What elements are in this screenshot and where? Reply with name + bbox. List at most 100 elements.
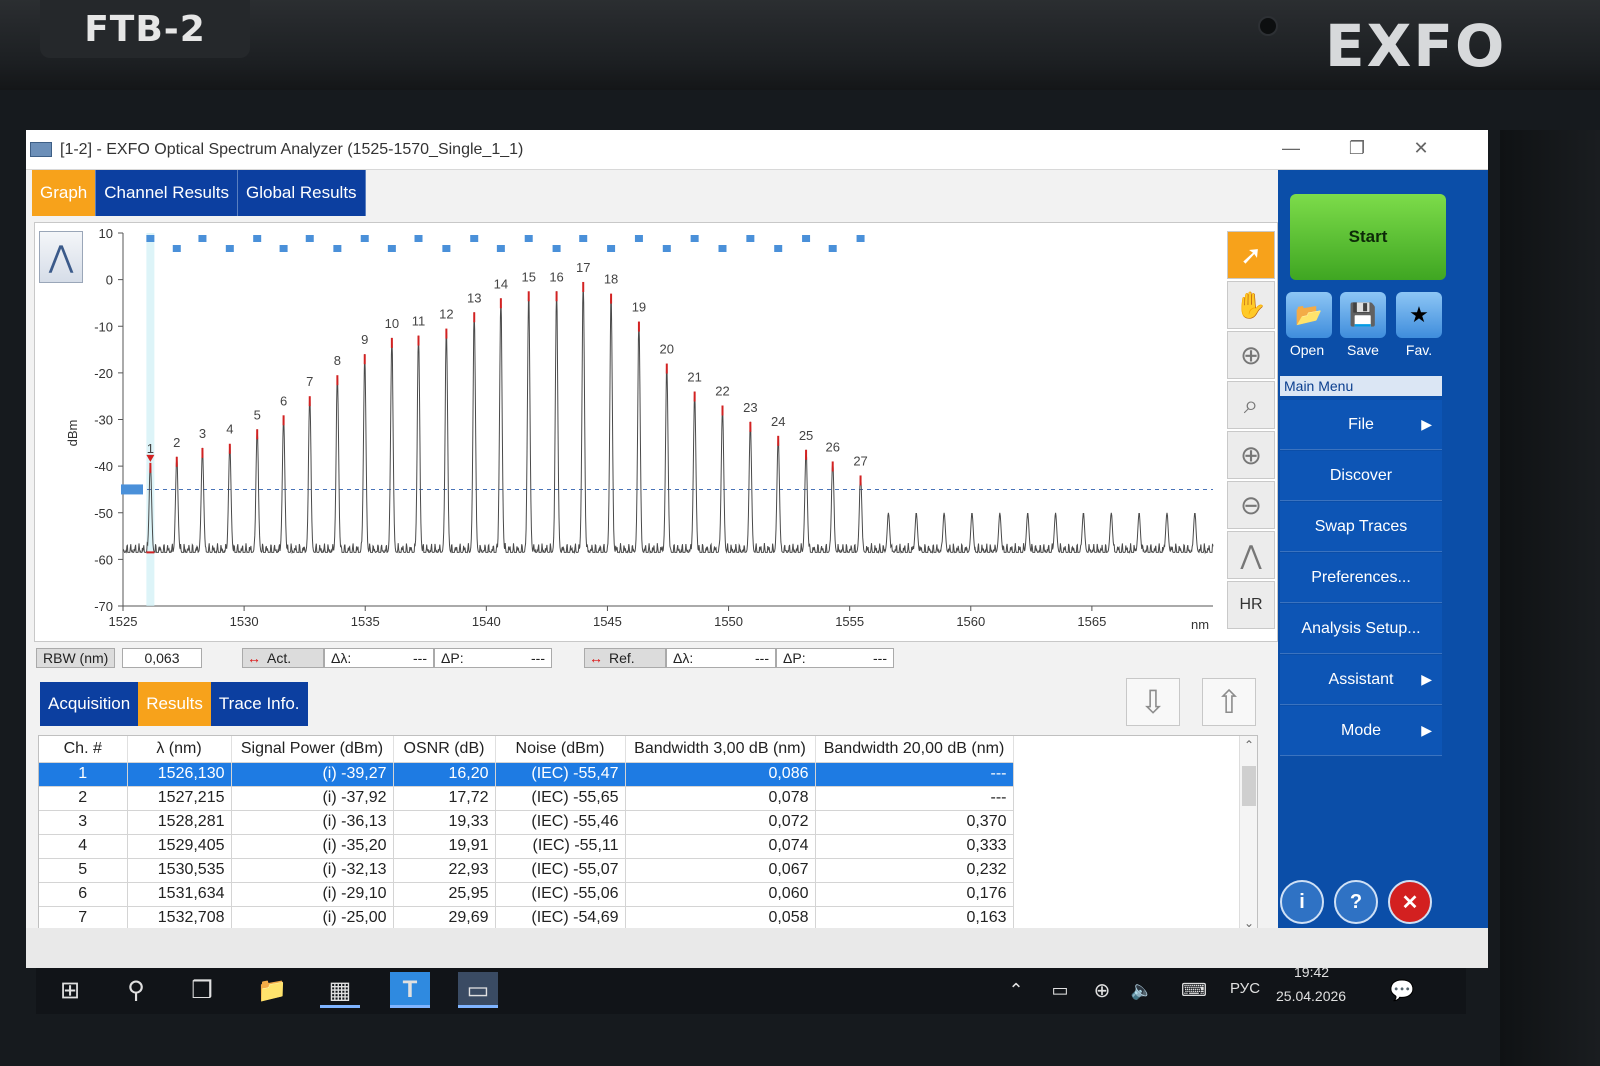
col-noise[interactable]: Noise (dBm) bbox=[495, 736, 626, 762]
table-row[interactable]: 3 1528,281 (i) -36,13 19,33 (IEC) -55,46 0,07… bbox=[39, 809, 1014, 834]
windows-start-icon[interactable]: ⊞ bbox=[50, 972, 90, 1008]
network-globe-icon[interactable]: ⊕ bbox=[1082, 972, 1122, 1008]
active-cursor-button[interactable]: ↔ Act. bbox=[242, 648, 324, 668]
chevron-up-icon[interactable]: ⌃ bbox=[996, 972, 1036, 1008]
scroll-thumb[interactable] bbox=[1242, 766, 1256, 806]
scroll-up-icon[interactable]: ⌃ bbox=[1240, 738, 1257, 752]
y-tick-label: -40 bbox=[94, 459, 113, 474]
channel-marker bbox=[634, 235, 643, 242]
brand-logo: EXFO bbox=[1325, 12, 1507, 80]
battery-icon[interactable]: ▭ bbox=[1040, 972, 1080, 1008]
table-row[interactable]: 5 1530,535 (i) -32,13 22,93 (IEC) -55,07 0,06… bbox=[39, 857, 1014, 882]
table-cell: --- bbox=[815, 785, 1014, 810]
channel-marker bbox=[470, 235, 479, 242]
move-up-icon[interactable]: ⇧ bbox=[1202, 678, 1256, 726]
table-cell: (IEC) -55,65 bbox=[495, 785, 626, 810]
spectrum-trace bbox=[122, 281, 1214, 555]
close-icon[interactable]: ✕ bbox=[1406, 138, 1436, 159]
table-cell: 0,176 bbox=[815, 881, 1014, 906]
table-header-row: Ch. # λ (nm) Signal Power (dBm) OSNR (dB… bbox=[39, 736, 1014, 762]
restore-icon[interactable]: ❐ bbox=[1342, 138, 1372, 159]
move-down-icon[interactable]: ⇩ bbox=[1126, 678, 1180, 726]
spectrum-graph[interactable]: ⋀ 10 0 -10 -20 -30 -40 -50 -60 -70 1525 1530 1535 15… bbox=[34, 222, 1278, 642]
zoom-fit-icon[interactable]: ⌕ bbox=[1227, 381, 1275, 429]
menu-item-assistant[interactable]: Assistant ▶ bbox=[1280, 655, 1442, 705]
table-scrollbar[interactable]: ⌃ ⌄ bbox=[1239, 736, 1257, 934]
menu-item-preferences[interactable]: Preferences... bbox=[1280, 553, 1442, 603]
search-icon[interactable]: ⚲ bbox=[116, 972, 156, 1008]
pan-hand-icon[interactable]: ✋ bbox=[1227, 281, 1275, 329]
exit-icon[interactable]: ✕ bbox=[1388, 880, 1432, 924]
file-explorer-icon[interactable]: 📁 bbox=[252, 972, 292, 1008]
osa-taskbar-icon[interactable]: ▭ bbox=[458, 972, 498, 1008]
keyboard-icon[interactable]: ⌨ bbox=[1174, 972, 1214, 1008]
clock-date[interactable]: 25.04.2026 bbox=[1276, 988, 1346, 1004]
table-cell: (IEC) -55,47 bbox=[495, 761, 626, 786]
menu-item-analysis-setup[interactable]: Analysis Setup... bbox=[1280, 604, 1442, 654]
spectrum-chart[interactable]: 100-10-20-30-40-50-60-701525 1530 1535 1540… bbox=[35, 223, 1221, 641]
zoom-area-icon[interactable]: ⊕ bbox=[1227, 331, 1275, 379]
channel-label: 17 bbox=[576, 260, 590, 275]
sidebar: Start 📂 Open 💾 Save ★ Fav. Main Menu Fil… bbox=[1278, 170, 1488, 928]
channel-label: 26 bbox=[825, 439, 839, 454]
table-cell: 17,72 bbox=[393, 785, 496, 810]
input-language[interactable]: РУС bbox=[1230, 980, 1260, 997]
open-folder-icon[interactable]: 📂 bbox=[1286, 292, 1332, 338]
channel-label: 14 bbox=[494, 276, 508, 291]
app-grid-icon[interactable]: ▦ bbox=[320, 972, 360, 1008]
peak-view-icon[interactable]: ⋀ bbox=[1227, 531, 1275, 579]
help-icon[interactable]: ? bbox=[1334, 880, 1378, 924]
table-cell: 0,370 bbox=[815, 809, 1014, 834]
volume-icon[interactable]: 🔈 bbox=[1122, 972, 1162, 1008]
tab-results[interactable]: Results bbox=[138, 682, 211, 726]
col-osnr[interactable]: OSNR (dB) bbox=[393, 736, 496, 762]
ref-cursor-button[interactable]: ↔ Ref. bbox=[584, 648, 666, 668]
tab-trace-info[interactable]: Trace Info. bbox=[211, 682, 308, 726]
hr-button[interactable]: HR bbox=[1227, 581, 1275, 629]
minimize-icon[interactable]: — bbox=[1276, 138, 1306, 159]
table-cell: (IEC) -55,06 bbox=[495, 881, 626, 906]
tab-graph[interactable]: Graph bbox=[32, 170, 97, 216]
save-disk-icon[interactable]: 💾 bbox=[1340, 292, 1386, 338]
menu-item-discover[interactable]: Discover bbox=[1280, 451, 1442, 501]
menu-item-label: Analysis Setup... bbox=[1301, 619, 1421, 637]
tab-global-results[interactable]: Global Results bbox=[238, 170, 366, 216]
y-tick-label: 0 bbox=[106, 273, 113, 288]
table-row[interactable]: 4 1529,405 (i) -35,20 19,91 (IEC) -55,11 0,07… bbox=[39, 833, 1014, 858]
task-view-icon[interactable]: ❒ bbox=[182, 972, 222, 1008]
x-tick-label: 1555 bbox=[835, 614, 864, 629]
col-wavelength[interactable]: λ (nm) bbox=[127, 736, 232, 762]
col-bandwidth-20db[interactable]: Bandwidth 20,00 dB (nm) bbox=[815, 736, 1014, 762]
notification-icon[interactable]: 💬 bbox=[1382, 972, 1422, 1008]
table-cell: 16,20 bbox=[393, 761, 496, 786]
clock-time[interactable]: 19:42 bbox=[1294, 964, 1329, 980]
menu-item-file[interactable]: File ▶ bbox=[1280, 400, 1442, 450]
channel-label: 24 bbox=[771, 414, 785, 429]
channel-label: 18 bbox=[604, 272, 618, 287]
zoom-out-icon[interactable]: ⊖ bbox=[1227, 481, 1275, 529]
channel-marker bbox=[146, 235, 155, 242]
t-app-icon[interactable]: T bbox=[390, 972, 430, 1008]
tab-acquisition[interactable]: Acquisition bbox=[40, 682, 138, 726]
table-row[interactable]: 7 1532,708 (i) -25,00 29,69 (IEC) -54,69 0,05… bbox=[39, 905, 1014, 930]
col-channel[interactable]: Ch. # bbox=[39, 736, 128, 762]
favorite-star-icon[interactable]: ★ bbox=[1396, 292, 1442, 338]
table-row[interactable]: 6 1531,634 (i) -29,10 25,95 (IEC) -55,06 0,06… bbox=[39, 881, 1014, 906]
info-icon[interactable]: i bbox=[1280, 880, 1324, 924]
table-cell: 4 bbox=[39, 833, 128, 858]
channel-label: 12 bbox=[439, 307, 453, 322]
menu-item-mode[interactable]: Mode ▶ bbox=[1280, 706, 1442, 756]
menu-item-swap-traces[interactable]: Swap Traces bbox=[1280, 502, 1442, 552]
menu-item-label: File bbox=[1348, 415, 1374, 433]
active-cursor-label: Act. bbox=[267, 650, 292, 666]
start-button[interactable]: Start bbox=[1290, 194, 1446, 280]
table-row[interactable]: 2 1527,215 (i) -37,92 17,72 (IEC) -55,65 0,07… bbox=[39, 785, 1014, 810]
zoom-in-icon[interactable]: ⊕ bbox=[1227, 431, 1275, 479]
tab-channel-results[interactable]: Channel Results bbox=[96, 170, 238, 216]
col-bandwidth-3db[interactable]: Bandwidth 3,00 dB (nm) bbox=[625, 736, 816, 762]
table-row[interactable]: 1 1526,130 (i) -39,27 16,20 (IEC) -55,47 0,08… bbox=[39, 761, 1014, 786]
x-tick-label: 1565 bbox=[1077, 614, 1106, 629]
col-signal-power[interactable]: Signal Power (dBm) bbox=[231, 736, 394, 762]
view-tabs: Graph Channel Results Global Results bbox=[32, 170, 366, 216]
pointer-tool-icon[interactable]: ➚ bbox=[1227, 231, 1275, 279]
